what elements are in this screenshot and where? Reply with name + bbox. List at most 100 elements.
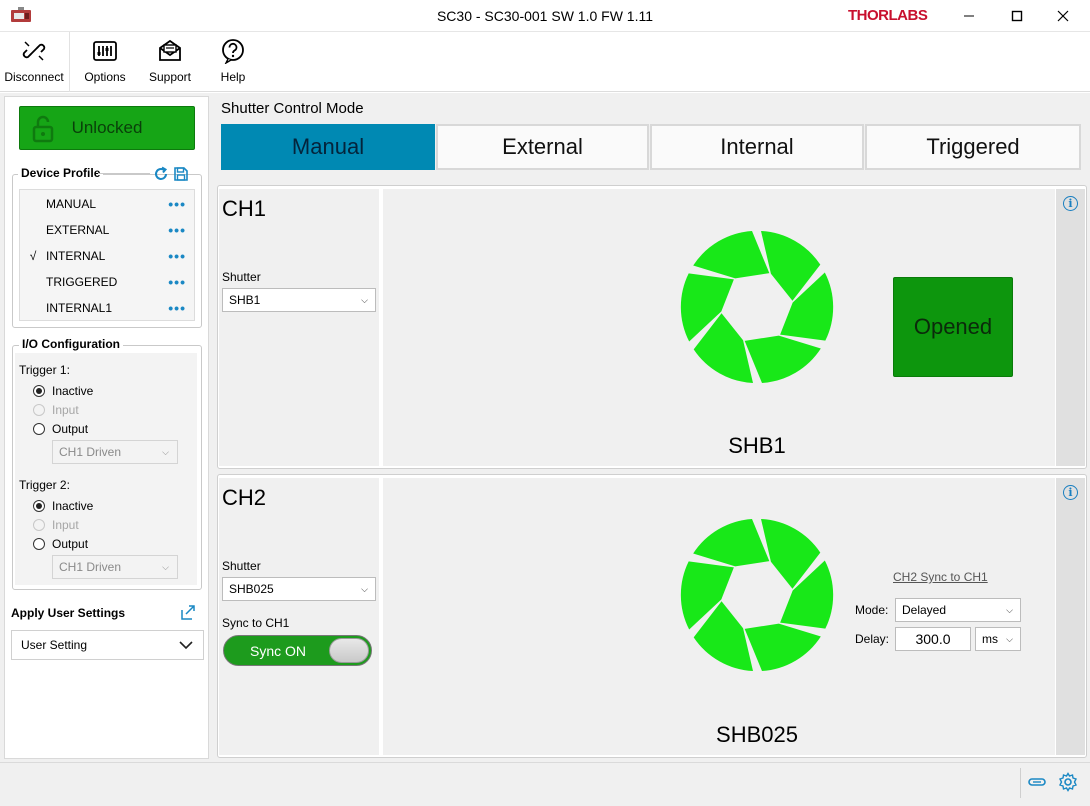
trigger1-inactive-radio[interactable]: Inactive <box>33 382 93 400</box>
device-profile-list: MANUAL ••• EXTERNAL ••• √ INTERNAL ••• T… <box>19 189 195 321</box>
ch1-device-label: SHB1 <box>728 433 786 458</box>
trigger1-input-radio: Input <box>33 401 79 419</box>
aperture-blade <box>744 335 821 383</box>
save-icon[interactable] <box>173 166 189 182</box>
mode-tab-internal[interactable]: Internal <box>650 124 864 170</box>
refresh-icon[interactable] <box>153 166 169 182</box>
ch2-delay-input[interactable]: 300.0 <box>895 627 971 651</box>
radio-label: Input <box>52 403 79 417</box>
radio-label: Output <box>52 537 89 551</box>
chevron-down-icon: ⌵ <box>361 294 368 305</box>
select-value: SHB025 <box>229 582 274 596</box>
mode-tab-triggered[interactable]: Triggered <box>865 124 1081 170</box>
support-button[interactable]: Support <box>140 32 200 92</box>
ch1-shutter-aperture-icon[interactable] <box>680 230 834 384</box>
radio-disabled-icon <box>33 519 45 531</box>
mode-tab-label: Internal <box>720 134 794 159</box>
mode-tab-external[interactable]: External <box>436 124 649 170</box>
support-icon <box>159 39 181 61</box>
chevron-down-icon <box>179 641 193 650</box>
maximize-icon[interactable] <box>994 0 1040 32</box>
radio-icon <box>33 538 45 550</box>
lock-toggle-button[interactable]: Unlocked <box>19 106 195 150</box>
chevron-down-icon: ⌵ <box>1006 604 1013 615</box>
select-value: Delayed <box>902 603 947 617</box>
radio-label: Inactive <box>52 499 94 513</box>
device-profile-title: Device Profile <box>18 166 104 180</box>
trigger2-input-radio: Input <box>33 516 79 534</box>
trigger2-label: Trigger 2: <box>19 478 70 492</box>
chevron-down-icon: ⌵ <box>162 446 169 457</box>
radio-selected-icon <box>33 500 45 512</box>
trigger2-inactive-radio[interactable]: Inactive <box>33 497 93 515</box>
profile-item-triggered[interactable]: TRIGGERED ••• <box>20 269 194 295</box>
brand-logo: THORLABS <box>848 7 928 24</box>
profile-more-icon[interactable]: ••• <box>168 222 186 238</box>
connection-icon[interactable] <box>1027 774 1047 790</box>
trigger1-label: Trigger 1: <box>19 363 70 377</box>
minimize-icon[interactable] <box>946 0 992 32</box>
mode-tab-label: Manual <box>291 134 365 159</box>
ch2-sync-link[interactable]: CH2 Sync to CH1 <box>893 570 988 584</box>
ch2-info-icon[interactable]: i <box>1063 485 1078 500</box>
trigger2-output-radio[interactable]: Output <box>33 535 88 553</box>
ch2-delay-label: Delay: <box>855 632 890 646</box>
profile-check-icon: √ <box>29 249 37 263</box>
lock-label: Unlocked <box>71 118 143 137</box>
status-bar <box>0 762 1090 806</box>
profile-more-icon[interactable]: ••• <box>168 248 186 264</box>
toolbar-divider <box>69 32 70 92</box>
ch1-settings <box>219 189 379 466</box>
close-icon[interactable] <box>1040 0 1086 32</box>
options-label: Options <box>84 70 126 84</box>
disconnect-label: Disconnect <box>4 70 64 84</box>
mode-tab-manual[interactable]: Manual <box>221 124 435 170</box>
radio-icon <box>33 423 45 435</box>
toggle-knob[interactable] <box>329 638 369 663</box>
help-button[interactable]: Help <box>208 32 258 92</box>
profile-item-internal[interactable]: √ INTERNAL ••• <box>20 243 194 269</box>
ch2-shutter-aperture-icon[interactable] <box>680 518 834 672</box>
select-value: SHB1 <box>229 293 261 307</box>
radio-selected-icon <box>33 385 45 397</box>
input-value: 300.0 <box>915 631 951 647</box>
profile-more-icon[interactable]: ••• <box>168 274 186 290</box>
disconnect-button[interactable]: Disconnect <box>0 32 68 92</box>
ch2-sync-toggle[interactable]: Sync ON <box>223 635 372 666</box>
options-icon <box>93 41 117 61</box>
ch1-shutter-select[interactable]: SHB1 ⌵ <box>222 288 376 312</box>
select-value: User Setting <box>21 638 88 652</box>
ch2-delay-unit-select[interactable]: ms ⌵ <box>975 627 1021 651</box>
profile-label: INTERNAL1 <box>46 301 113 315</box>
ch2-title: CH2 <box>222 485 267 510</box>
support-label: Support <box>148 70 192 84</box>
profile-more-icon[interactable]: ••• <box>168 196 186 212</box>
ch1-title: CH1 <box>222 196 267 221</box>
ch2-mode-label: Mode: <box>855 603 889 617</box>
profile-item-external[interactable]: EXTERNAL ••• <box>20 217 194 243</box>
profile-more-icon[interactable]: ••• <box>168 300 186 316</box>
trigger1-output-radio[interactable]: Output <box>33 420 88 438</box>
apply-settings-icon[interactable] <box>179 603 197 621</box>
aperture-blade <box>693 519 770 567</box>
ch1-shutter-label: Shutter <box>222 270 261 284</box>
options-button[interactable]: Options <box>76 32 134 92</box>
settings-gear-icon[interactable] <box>1058 772 1078 792</box>
profile-item-manual[interactable]: MANUAL ••• <box>20 191 194 217</box>
mode-tab-label: External <box>502 134 583 159</box>
ch2-mode-select[interactable]: Delayed ⌵ <box>895 598 1021 622</box>
trigger1-driven-select: CH1 Driven ⌵ <box>52 440 178 464</box>
state-label: Opened <box>913 314 993 339</box>
profile-item-internal1[interactable]: INTERNAL1 ••• <box>20 295 194 321</box>
ch1-info-icon[interactable]: i <box>1063 196 1078 211</box>
profile-label: TRIGGERED <box>46 275 118 289</box>
chevron-down-icon: ⌵ <box>361 583 368 594</box>
profile-label: INTERNAL <box>46 249 106 263</box>
ch1-shutter-state-button[interactable]: Opened <box>893 277 1013 377</box>
user-setting-select[interactable]: User Setting <box>11 630 204 660</box>
unlocked-icon <box>32 115 54 143</box>
ch2-shutter-select[interactable]: SHB025 ⌵ <box>222 577 376 601</box>
ch2-shutter-label: Shutter <box>222 559 261 573</box>
toolbar: Disconnect Options Support Help <box>0 32 1090 92</box>
profile-label: MANUAL <box>46 197 97 211</box>
